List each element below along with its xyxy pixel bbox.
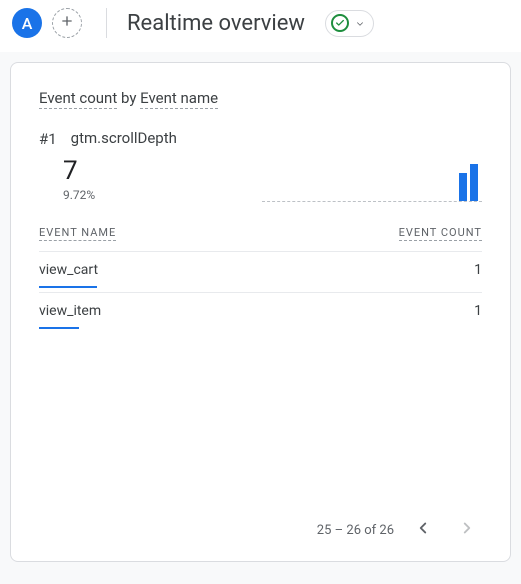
card-title-mid: by: [117, 89, 140, 107]
account-avatar[interactable]: A: [12, 8, 42, 38]
sparkline-chart: [262, 154, 482, 202]
add-button[interactable]: [52, 8, 82, 38]
sparkline-bar: [459, 173, 467, 201]
pager-range: 25 – 26 of 26: [317, 523, 394, 538]
table-row[interactable]: view_item 1: [39, 292, 482, 333]
chevron-left-icon: [414, 519, 432, 541]
row-event-count: 1: [474, 303, 482, 319]
metric-left: 7 9.72%: [63, 157, 95, 202]
table-header: EVENT NAME EVENT COUNT: [39, 226, 482, 241]
check-circle-icon: [331, 14, 349, 32]
top-event-rank: #1: [39, 129, 57, 148]
row-event-count: 1: [474, 262, 482, 278]
top-bar: A Realtime overview: [0, 0, 521, 52]
pager-prev-button[interactable]: [408, 515, 438, 545]
top-event: #1 gtm.scrollDepth: [39, 129, 482, 148]
event-count-card: Event count by Event name #1 gtm.scrollD…: [10, 62, 511, 562]
row-event-name: view_item: [39, 303, 101, 319]
status-chip[interactable]: [325, 10, 374, 37]
pager-next-button[interactable]: [452, 515, 482, 545]
row-bar-indicator: [39, 286, 97, 288]
column-event-name: EVENT NAME: [39, 226, 116, 241]
metric-value: 7: [63, 157, 95, 186]
metric-row: 7 9.72%: [39, 154, 482, 202]
row-bar-indicator: [39, 327, 79, 329]
card-title-dimension: Event name: [140, 89, 218, 109]
sparkline-bar: [470, 164, 478, 201]
plus-icon: [59, 13, 75, 33]
column-event-count: EVENT COUNT: [399, 226, 482, 241]
caret-down-icon: [355, 14, 365, 33]
metric-percent: 9.72%: [63, 188, 95, 202]
row-event-name: view_cart: [39, 262, 98, 278]
divider: [106, 8, 107, 38]
card-title: Event count by Event name: [39, 89, 482, 107]
top-event-name: gtm.scrollDepth: [71, 129, 177, 147]
table-row[interactable]: view_cart 1: [39, 251, 482, 292]
pager: 25 – 26 of 26: [39, 495, 482, 545]
chevron-right-icon: [458, 519, 476, 541]
page-title: Realtime overview: [127, 11, 305, 36]
table-body: view_cart 1 view_item 1: [39, 251, 482, 333]
avatar-letter: A: [22, 14, 33, 33]
card-title-metric: Event count: [39, 89, 117, 109]
